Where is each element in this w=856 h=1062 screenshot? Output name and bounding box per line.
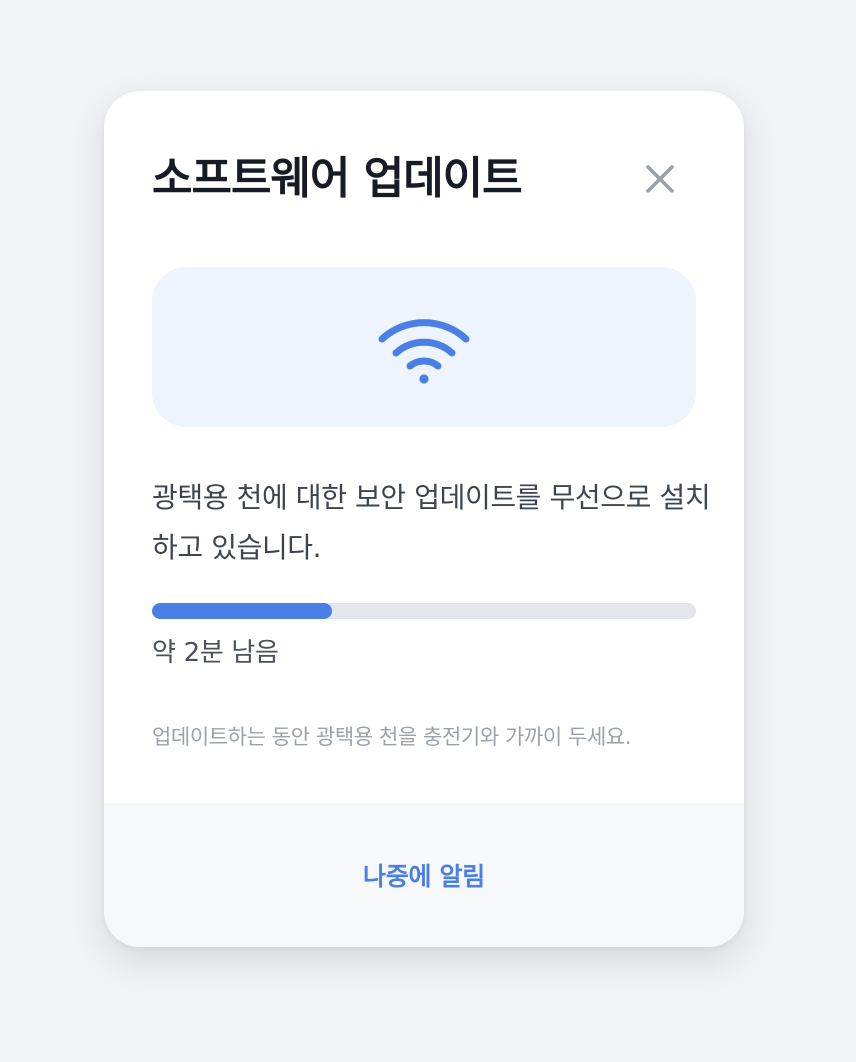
- dialog-header: 소프트웨어 업데이트: [152, 147, 696, 211]
- update-description: 광택용 천에 대한 보안 업데이트를 무선으로 설치하고 있습니다.: [152, 481, 711, 564]
- progress-fill: [152, 603, 332, 619]
- wifi-icon: [378, 319, 470, 384]
- time-remaining: 약 2분 남음: [152, 638, 279, 668]
- remind-later-button[interactable]: 나중에 알림: [339, 845, 509, 905]
- dialog-title: 소프트웨어 업데이트: [152, 153, 523, 204]
- update-dialog: 소프트웨어 업데이트 광택용 천에 대한 보안 업데이트를 무선으로 설치하고 …: [104, 91, 744, 947]
- progress-bar: [152, 603, 696, 619]
- close-button[interactable]: [638, 157, 682, 201]
- hero-banner: [152, 267, 696, 427]
- dialog-footer: 나중에 알림: [104, 803, 744, 947]
- close-icon: [646, 165, 674, 193]
- hint-text: 업데이트하는 동안 광택용 천을 충전기와 가까이 두세요.: [152, 725, 632, 749]
